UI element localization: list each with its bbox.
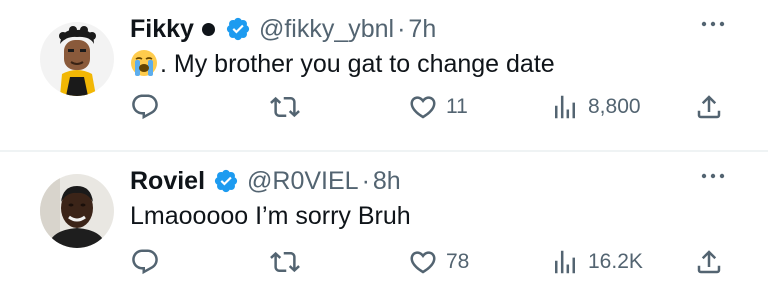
repost-button[interactable] <box>270 247 300 277</box>
avatar-illustration-icon <box>40 22 114 96</box>
timestamp[interactable]: 7h <box>408 14 436 44</box>
tweet-header: Roviel @R0VIEL · 8h <box>130 166 401 196</box>
tweet-text: Lmaooooo I’m sorry Bruh <box>130 202 411 230</box>
display-name[interactable]: Roviel <box>130 166 205 196</box>
tweet-header: Fikky @fikky_ybnl · 7h <box>130 14 436 44</box>
avatar[interactable] <box>40 22 114 96</box>
share-button[interactable] <box>694 92 724 122</box>
share-icon <box>697 95 721 119</box>
heart-icon <box>410 96 436 119</box>
views-chart-icon <box>555 250 575 274</box>
reply-icon <box>132 249 158 275</box>
loudly-crying-face-emoji-icon <box>131 50 157 76</box>
timestamp[interactable]: 8h <box>373 166 401 196</box>
view-count: 16.2K <box>588 250 643 273</box>
reply-button[interactable] <box>130 92 160 122</box>
separator-dot: · <box>361 167 370 195</box>
more-options-icon[interactable] <box>700 20 726 28</box>
user-handle[interactable]: @fikky_ybnl <box>259 14 394 44</box>
heart-icon <box>410 251 436 274</box>
action-bar: 78 16.2K <box>130 247 730 279</box>
tweet[interactable]: Fikky @fikky_ybnl · 7h . My brother you … <box>0 0 768 150</box>
affiliate-badge-icon <box>201 22 215 36</box>
verified-badge-icon <box>214 169 238 193</box>
like-button[interactable]: 11 <box>408 92 468 122</box>
reply-icon <box>132 94 158 120</box>
user-handle[interactable]: @R0VIEL <box>247 166 359 196</box>
tweet[interactable]: Roviel @R0VIEL · 8h Lmaooooo I’m sorry B… <box>0 152 768 287</box>
avatar-photo-icon <box>40 174 114 248</box>
like-button[interactable]: 78 <box>408 247 469 277</box>
like-count: 11 <box>446 95 468 118</box>
tweet-text: . My brother you gat to change date <box>130 49 555 79</box>
repost-icon <box>270 96 300 118</box>
separator-dot: · <box>397 15 406 43</box>
views-button[interactable]: 8,800 <box>550 92 641 122</box>
avatar[interactable] <box>40 174 114 248</box>
tweet-text-content: . My brother you gat to change date <box>160 50 555 78</box>
repost-icon <box>270 251 300 273</box>
action-bar: 11 8,800 <box>130 92 730 124</box>
display-name[interactable]: Fikky <box>130 14 194 44</box>
share-icon <box>697 250 721 274</box>
views-button[interactable]: 16.2K <box>550 247 643 277</box>
repost-button[interactable] <box>270 92 300 122</box>
like-count: 78 <box>446 250 470 273</box>
reply-button[interactable] <box>130 247 160 277</box>
view-count: 8,800 <box>588 95 641 118</box>
more-options-icon[interactable] <box>700 172 726 180</box>
share-button[interactable] <box>694 247 724 277</box>
views-chart-icon <box>555 95 575 119</box>
verified-badge-icon <box>226 17 250 41</box>
